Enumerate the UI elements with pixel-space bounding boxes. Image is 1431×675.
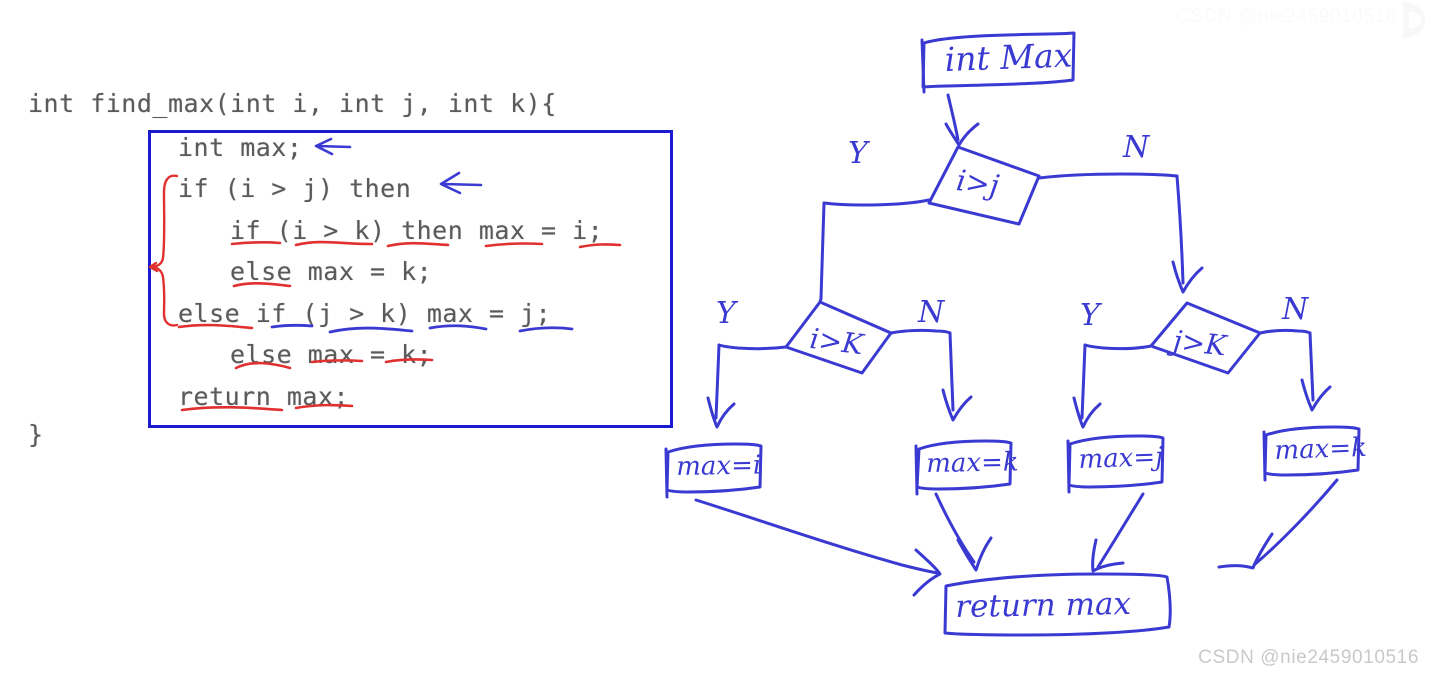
node-d1-label: i>j: [954, 163, 1002, 203]
edge-r2-to-end: [934, 492, 993, 572]
edge-d1-no: [1037, 172, 1204, 294]
code-annotation-layer: [148, 137, 622, 412]
edge-d2-yes: [706, 343, 788, 429]
blue-underlines: [270, 323, 574, 334]
branch-label-d3-no: N: [1282, 292, 1309, 327]
edge-r1-to-end: [694, 498, 942, 597]
edge-d3-yes: [1072, 343, 1153, 429]
flowchart-panel: int Max i>j i>K j>K max=i max=k max=j ma…: [640, 0, 1431, 675]
node-r3-label: max=j: [1078, 442, 1164, 475]
edge-d2-no: [889, 328, 973, 422]
branch-label-d1-no: N: [1123, 130, 1150, 165]
node-end-label: return max: [955, 585, 1132, 625]
edge-r4-to-end: [1217, 478, 1339, 570]
screenshot-root: int find_max(int i, int j, int k){ int m…: [0, 0, 1431, 675]
branch-label-d3-yes: Y: [1080, 298, 1100, 333]
edge-start-to-d1: [944, 93, 980, 147]
watermark-top-right: CSDN @nie2459010516: [1176, 6, 1397, 27]
edge-d3-no: [1258, 328, 1332, 412]
code-listing-panel: int find_max(int i, int j, int k){ int m…: [0, 0, 700, 675]
arrow-then-icon: [439, 171, 483, 195]
node-d2-label: i>K: [807, 322, 865, 362]
node-r1-label: max=i: [676, 450, 762, 482]
node-start-label: int Max: [944, 35, 1073, 79]
edge-r3-to-end: [1091, 492, 1145, 573]
edge-d1-yes: [818, 198, 931, 304]
csdn-logo-icon: [1403, 2, 1425, 38]
branch-label-d2-no: N: [918, 295, 945, 330]
node-r4-label: max=k: [1274, 432, 1368, 466]
arrow-int-max-icon: [314, 137, 352, 156]
node-r2-label: max=k: [926, 447, 1019, 479]
flowchart-strokes: [664, 31, 1361, 637]
red-underlines: [177, 240, 622, 412]
red-brace-annotation: [148, 174, 179, 327]
branch-label-d1-yes: Y: [848, 136, 868, 171]
watermark-bottom-right: CSDN @nie2459010516: [1198, 647, 1419, 668]
node-d3-label: j>K: [1171, 324, 1228, 363]
branch-label-d2-yes: Y: [716, 296, 736, 331]
